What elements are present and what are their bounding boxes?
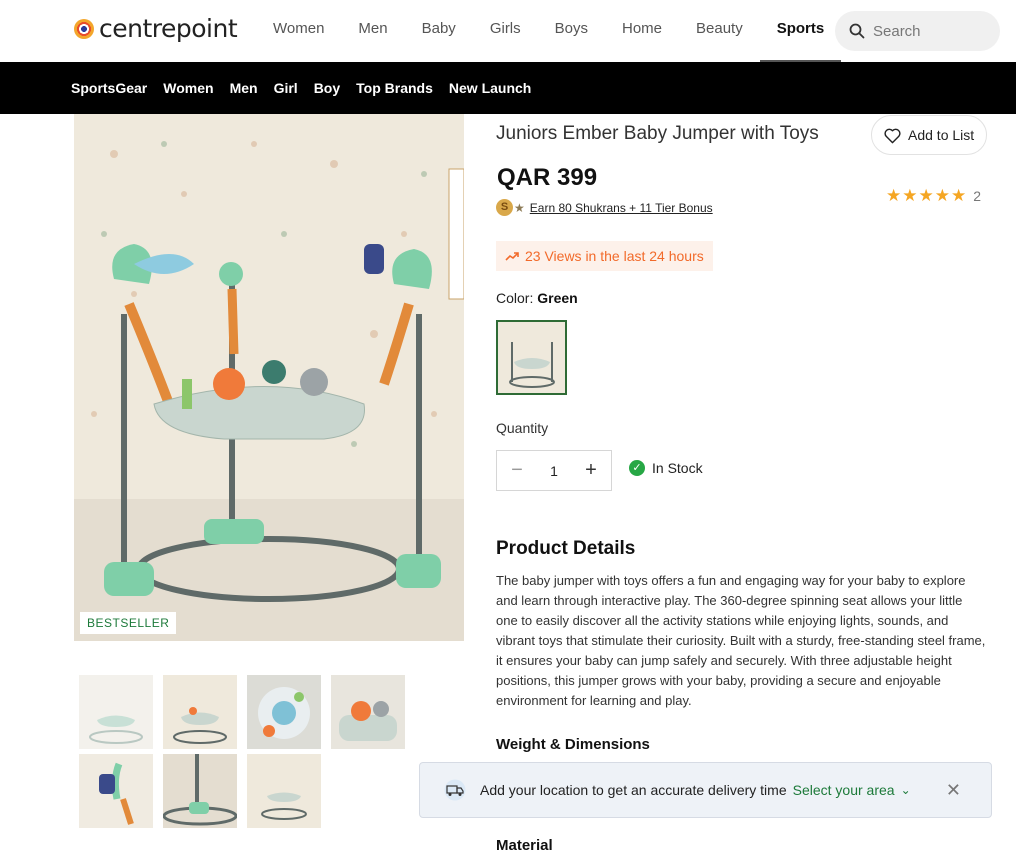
star-rating-icon: ★★★★★ (886, 186, 968, 205)
add-to-list-button[interactable]: Add to List (871, 115, 987, 155)
decrease-quantity-button[interactable]: − (507, 460, 527, 481)
thumbnail-image (331, 675, 405, 749)
thumbnail-image (247, 754, 321, 828)
color-swatch-green[interactable] (496, 320, 567, 395)
baby-jumper-image (74, 114, 464, 641)
thumbnail-image (163, 675, 237, 749)
thumbnail-7[interactable] (247, 754, 321, 828)
shukrans-offer: S ★ Earn 80 Shukrans + 11 Tier Bonus (496, 199, 713, 216)
brand-logo[interactable]: centrepoint (74, 14, 238, 43)
product-rating[interactable]: ★★★★★ 2 (886, 186, 981, 206)
nav-item-baby[interactable]: Baby (405, 0, 473, 62)
nav-item-men[interactable]: Men (341, 0, 404, 62)
product-title: Juniors Ember Baby Jumper with Toys (496, 123, 819, 144)
product-main-image[interactable] (74, 114, 464, 641)
chevron-down-icon[interactable]: ⌄ (901, 783, 911, 797)
thumbnail-1[interactable] (79, 675, 153, 749)
delivery-truck-icon (444, 779, 466, 801)
nav-item-women[interactable]: Women (256, 0, 341, 62)
product-description: The baby jumper with toys offers a fun a… (496, 573, 986, 708)
stock-status: ✓ In Stock (629, 460, 703, 476)
search-icon (849, 23, 865, 39)
bestseller-badge: BESTSELLER (80, 612, 177, 634)
quantity-stepper: − 1 + (496, 450, 612, 491)
shukrans-link[interactable]: Earn 80 Shukrans + 11 Tier Bonus (530, 201, 713, 215)
nav-item-beauty[interactable]: Beauty (679, 0, 760, 62)
quantity-label: Quantity (496, 420, 549, 436)
delivery-location-toast: Add your location to get an accurate del… (419, 762, 992, 818)
swatch-image (498, 322, 565, 393)
shukran-coin-icon: S (496, 199, 513, 216)
color-label: Color: Green (496, 290, 578, 306)
color-label-text: Color: (496, 290, 534, 306)
thumbnail-2[interactable] (163, 675, 237, 749)
brand-name: centrepoint (99, 14, 238, 43)
views-badge: 23 Views in the last 24 hours (496, 241, 713, 271)
weight-dimensions-heading[interactable]: Weight & Dimensions (496, 736, 650, 753)
select-area-link[interactable]: Select your area (793, 782, 895, 798)
nav-item-boys[interactable]: Boys (538, 0, 605, 62)
add-to-list-label: Add to List (908, 127, 975, 143)
trending-up-icon (505, 252, 519, 261)
thumbnail-image (247, 675, 321, 749)
thumbnail-5[interactable] (79, 754, 153, 828)
stock-status-text: In Stock (652, 460, 703, 476)
thumbnail-6[interactable] (163, 754, 237, 828)
thumbnail-4[interactable] (331, 675, 405, 749)
delivery-message: Add your location to get an accurate del… (480, 782, 787, 798)
nav-item-home[interactable]: Home (605, 0, 679, 62)
nav-item-girls[interactable]: Girls (473, 0, 538, 62)
thumbnail-image (79, 754, 153, 828)
subnav-item-men[interactable]: Men (230, 80, 258, 96)
color-value: Green (537, 290, 578, 306)
top-header: centrepoint Women Men Baby Girls Boys Ho… (0, 0, 1016, 62)
thumbnail-image (163, 754, 237, 828)
quantity-value: 1 (550, 462, 558, 479)
subnav-item-new-launch[interactable]: New Launch (449, 80, 531, 96)
heart-icon (884, 128, 901, 143)
thumbnail-3[interactable] (247, 675, 321, 749)
subnav-item-women[interactable]: Women (163, 80, 213, 96)
product-price: QAR 399 (497, 164, 598, 191)
search-input[interactable] (873, 22, 983, 40)
star-icon: ★ (514, 200, 525, 215)
subnav-item-boy[interactable]: Boy (314, 80, 340, 96)
rating-count: 2 (973, 188, 981, 204)
subnav-item-sportsgear[interactable]: SportsGear (71, 80, 147, 96)
nav-item-sports[interactable]: Sports (759, 0, 842, 62)
check-circle-icon: ✓ (629, 460, 645, 476)
close-icon[interactable]: ✕ (946, 780, 961, 801)
subnav-item-top-brands[interactable]: Top Brands (356, 80, 433, 96)
thumbnail-image (79, 675, 153, 749)
material-heading[interactable]: Material (496, 837, 553, 854)
increase-quantity-button[interactable]: + (581, 460, 601, 481)
search-box[interactable] (835, 11, 1000, 51)
views-text: 23 Views in the last 24 hours (525, 248, 704, 264)
logo-mark-icon (74, 18, 94, 39)
main-nav: Women Men Baby Girls Boys Home Beauty Sp… (256, 0, 841, 62)
product-details-heading: Product Details (496, 538, 636, 559)
category-subnav: SportsGear Women Men Girl Boy Top Brands… (0, 62, 1016, 114)
subnav-item-girl[interactable]: Girl (274, 80, 298, 96)
